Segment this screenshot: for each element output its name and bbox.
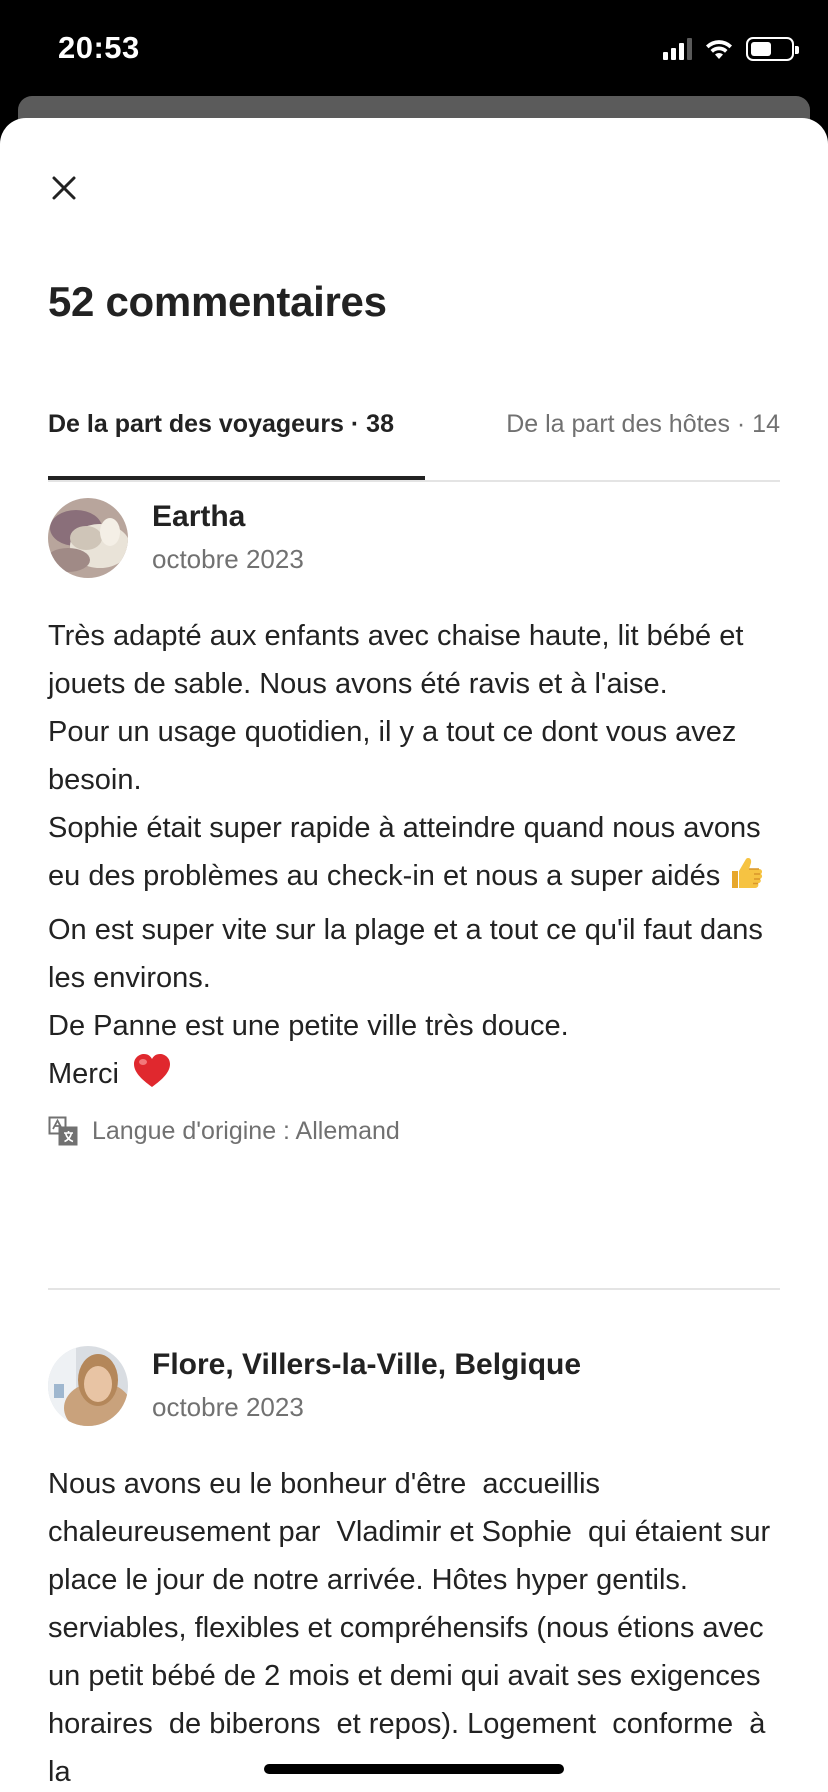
thumbs-up-emoji bbox=[728, 855, 764, 906]
cellular-signal-icon bbox=[663, 38, 692, 60]
review-date: octobre 2023 bbox=[152, 544, 304, 574]
review-text: Nous avons eu le bonheur d'être accueill… bbox=[48, 1460, 780, 1792]
page-title: 52 commentaires bbox=[48, 278, 387, 325]
review-line: De Panne est une petite ville très douce… bbox=[48, 1010, 569, 1042]
review-item: Eartha octobre 2023 Très adapté aux enfa… bbox=[48, 496, 780, 1146]
red-heart-emoji bbox=[133, 1053, 171, 1104]
review-divider bbox=[48, 1288, 780, 1290]
review-header: Flore, Villers-la-Ville, Belgique octobr… bbox=[48, 1344, 780, 1434]
review-line: Merci bbox=[48, 1050, 780, 1104]
avatar[interactable] bbox=[48, 498, 128, 578]
reviewer-name: Eartha bbox=[152, 500, 246, 533]
review-line: Sophie était super rapide à atteindre qu… bbox=[48, 804, 780, 906]
active-tab-indicator bbox=[48, 476, 425, 480]
review-line: Pour un usage quotidien, il y a tout ce … bbox=[48, 716, 737, 796]
original-language-label: Langue d'origine : Allemand bbox=[92, 1116, 400, 1145]
review-body: Nous avons eu le bonheur d'être accueill… bbox=[48, 1468, 782, 1788]
reviewer-name: Flore, Villers-la-Ville, Belgique bbox=[152, 1348, 582, 1381]
review-date: octobre 2023 bbox=[152, 1392, 304, 1422]
tab-guests[interactable]: De la part des voyageurs · 38 bbox=[48, 410, 394, 439]
review-tabs: De la part des voyageurs · 38 De la part… bbox=[48, 410, 780, 482]
status-time: 20:53 bbox=[58, 30, 140, 65]
avatar[interactable] bbox=[48, 1346, 128, 1426]
review-line: Très adapté aux enfants avec chaise haut… bbox=[48, 620, 744, 700]
original-language: Langue d'origine : Allemand bbox=[48, 1116, 780, 1146]
close-icon bbox=[52, 176, 76, 200]
wifi-icon bbox=[706, 40, 732, 59]
review-header: Eartha octobre 2023 bbox=[48, 496, 780, 586]
battery-icon bbox=[746, 37, 799, 61]
tab-hosts[interactable]: De la part des hôtes · 14 bbox=[506, 410, 780, 439]
status-bar: 20:53 bbox=[0, 0, 828, 100]
reviews-sheet: 52 commentaires De la part des voyageurs… bbox=[0, 118, 828, 1792]
review-line: On est super vite sur la plage et a tout… bbox=[48, 914, 763, 994]
translate-icon bbox=[48, 1116, 78, 1146]
review-item: Flore, Villers-la-Ville, Belgique octobr… bbox=[48, 1344, 780, 1792]
close-button[interactable] bbox=[44, 168, 84, 208]
status-icons bbox=[663, 36, 799, 62]
home-indicator[interactable] bbox=[264, 1764, 564, 1774]
review-text: Très adapté aux enfants avec chaise haut… bbox=[48, 612, 780, 1104]
